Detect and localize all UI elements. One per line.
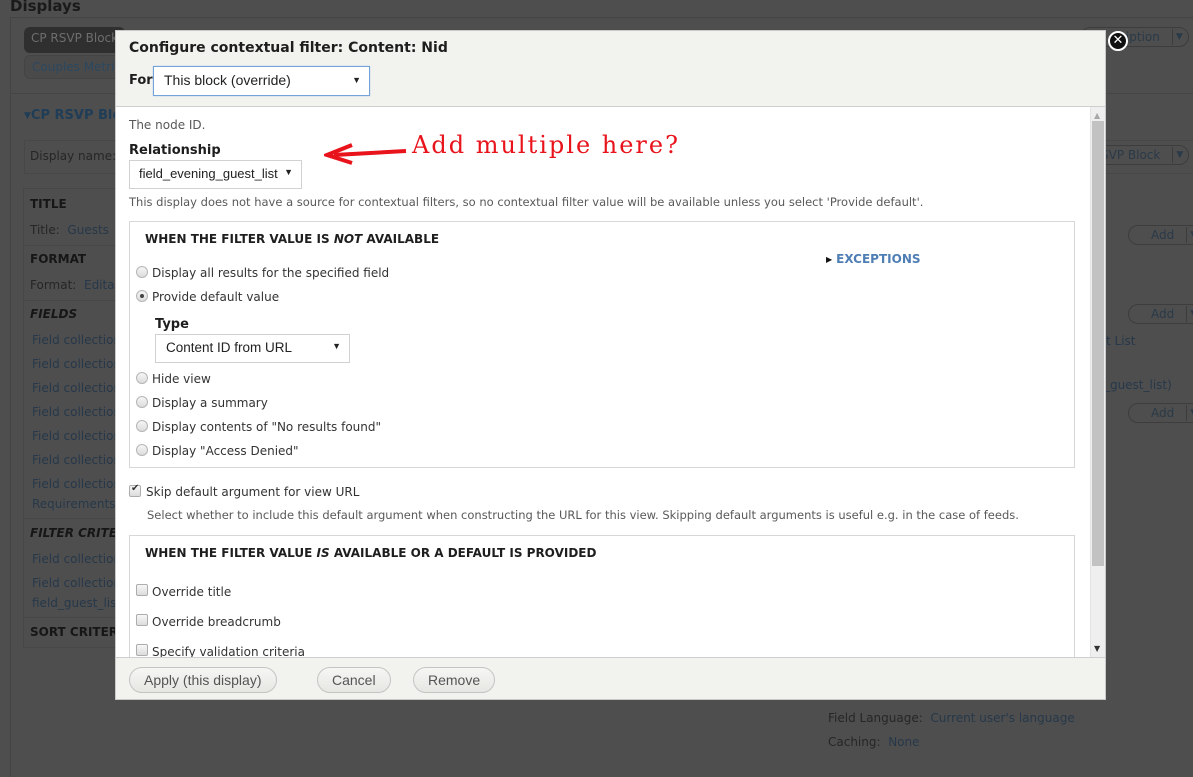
checkbox-label[interactable]: Specify validation criteria — [152, 645, 305, 657]
skip-default-checkbox[interactable] — [129, 483, 141, 497]
scroll-up-arrow-icon[interactable]: ▲ — [1094, 111, 1100, 120]
dialog-scrollbar[interactable]: ▲ ▼ — [1090, 107, 1105, 657]
add-button[interactable]: Add▼ — [1128, 304, 1193, 324]
chevron-down-icon[interactable]: ▼ — [1186, 227, 1193, 243]
remove-button[interactable]: Remove — [413, 667, 496, 693]
override-breadcrumb-checkbox[interactable] — [136, 614, 148, 626]
exceptions-toggle[interactable]: ▶ EXCEPTIONS — [826, 252, 921, 266]
chevron-down-icon[interactable]: ▼ — [1171, 29, 1186, 45]
for-label: For — [129, 73, 153, 88]
node-id-description: The node ID. — [129, 118, 206, 132]
apply-button[interactable]: Apply (this display) — [129, 667, 277, 693]
relationship-label: Relationship — [129, 143, 221, 158]
skip-default-description: Select whether to include this default a… — [147, 508, 1019, 522]
for-select[interactable]: This block (override) ▼ — [153, 66, 370, 96]
relationship-description: This display does not have a source for … — [129, 195, 924, 209]
type-label: Type — [155, 317, 189, 332]
format-setting[interactable]: Format: Editab — [30, 278, 122, 292]
radio-label[interactable]: Display all results for the specified fi… — [152, 266, 389, 280]
filter-item[interactable]: Field collection — [32, 576, 121, 590]
field-item[interactable]: Field collection — [32, 333, 121, 347]
radio-hide-view[interactable] — [136, 372, 148, 384]
dropdown-arrow-icon: ▼ — [284, 167, 293, 177]
relationship-select[interactable]: field_evening_guest_list ▼ — [129, 160, 302, 189]
title-setting[interactable]: Title: Guests — [30, 223, 109, 237]
section-heading-filter-criteria: FILTER CRITER — [30, 526, 127, 540]
chevron-down-icon[interactable]: ▼ — [1186, 306, 1193, 322]
dropdown-arrow-icon: ▼ — [352, 75, 361, 85]
collapse-triangle-icon: ▼ — [24, 111, 31, 121]
radio-display-summary[interactable] — [136, 396, 148, 408]
scroll-down-arrow-icon[interactable]: ▼ — [1094, 644, 1100, 653]
cancel-button[interactable]: Cancel — [317, 667, 391, 693]
page-title: Displays — [10, 0, 81, 15]
section-heading-fields: FIELDS — [30, 307, 78, 321]
radio-label[interactable]: Hide view — [152, 372, 211, 386]
dialog-body: The node ID. Relationship field_evening_… — [116, 106, 1105, 658]
radio-display-all[interactable] — [136, 266, 148, 278]
field-item[interactable]: Field collection — [32, 357, 121, 371]
section-heading-format: FORMAT — [30, 252, 87, 266]
field-item[interactable]: Field collection — [32, 405, 121, 419]
display-name-label: Display name: — [30, 149, 117, 163]
radio-label[interactable]: Display a summary — [152, 396, 268, 410]
field-item[interactable]: Field collection — [32, 429, 121, 443]
field-fragment[interactable]: t List — [1106, 334, 1136, 348]
field-item[interactable]: Field collection — [32, 477, 121, 491]
skip-default-label[interactable]: Skip default argument for view URL — [146, 485, 359, 499]
add-button[interactable]: Add▼ — [1128, 403, 1193, 423]
field-item[interactable]: Field collection — [32, 453, 121, 467]
filter-item[interactable]: field_guest_list — [32, 596, 121, 610]
dropdown-arrow-icon: ▼ — [332, 341, 341, 351]
annotation-text: Add multiple here? — [412, 131, 680, 159]
scrollbar-thumb[interactable] — [1092, 121, 1104, 566]
radio-no-results[interactable] — [136, 420, 148, 432]
dialog-title: Configure contextual filter: Content: Ni… — [129, 40, 448, 56]
field-item[interactable]: Requirements) — [32, 497, 120, 511]
available-fieldset: WHEN THE FILTER VALUE IS AVAILABLE OR A … — [129, 535, 1075, 657]
caching-setting[interactable]: Caching: None — [828, 735, 920, 749]
configure-contextual-filter-dialog: Configure contextual filter: Content: Ni… — [115, 30, 1106, 700]
red-arrow-annotation-icon — [324, 143, 407, 165]
section-heading-title: TITLE — [30, 197, 67, 211]
add-button[interactable]: Add▼ — [1128, 225, 1193, 245]
display-section-heading[interactable]: ▼CP RSVP Blo — [24, 108, 121, 123]
checkbox-label[interactable]: Override breadcrumb — [152, 615, 281, 629]
checkbox-label[interactable]: Override title — [152, 585, 231, 599]
field-item[interactable]: Field collection — [32, 381, 121, 395]
display-tab-couples-metrics[interactable]: Couples Metri — [24, 55, 123, 79]
radio-label[interactable]: Display contents of "No results found" — [152, 420, 381, 434]
chevron-down-icon[interactable]: ▼ — [1172, 147, 1186, 163]
radio-label[interactable]: Display "Access Denied" — [152, 444, 299, 458]
radio-access-denied[interactable] — [136, 444, 148, 456]
type-select[interactable]: Content ID from URL ▼ — [155, 334, 350, 363]
not-available-fieldset: WHEN THE FILTER VALUE IS NOT AVAILABLE ▶… — [129, 221, 1075, 468]
override-title-checkbox[interactable] — [136, 584, 148, 596]
chevron-down-icon[interactable]: ▼ — [1186, 405, 1193, 421]
specify-validation-checkbox[interactable] — [136, 644, 148, 656]
not-available-legend: WHEN THE FILTER VALUE IS NOT AVAILABLE — [145, 232, 440, 246]
close-dialog-icon[interactable]: ✕ — [1108, 31, 1128, 51]
radio-provide-default[interactable] — [136, 290, 148, 302]
display-tab-cp-rsvp-block[interactable]: CP RSVP Block — [24, 27, 126, 53]
field-language-setting[interactable]: Field Language: Current user's language — [828, 711, 1075, 725]
expand-triangle-icon: ▶ — [826, 255, 833, 264]
available-legend: WHEN THE FILTER VALUE IS AVAILABLE OR A … — [145, 546, 597, 560]
radio-label[interactable]: Provide default value — [152, 290, 279, 304]
filter-item[interactable]: Field collection — [32, 552, 121, 566]
